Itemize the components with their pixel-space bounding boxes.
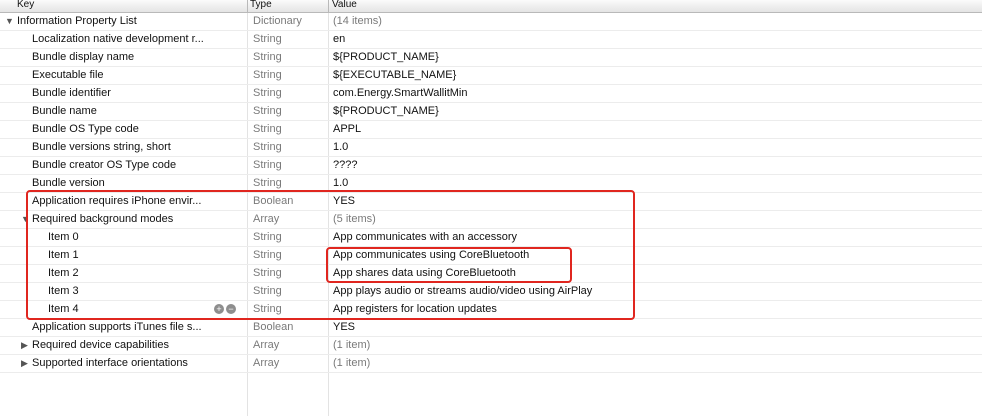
table-row[interactable]: Bundle creator OS Type code String ???? [0,157,982,175]
row-key: Bundle OS Type code [32,123,139,135]
row-key: Bundle display name [32,51,135,63]
row-type[interactable]: Array [253,337,279,354]
key-column-header[interactable]: Key [17,0,34,12]
triangle-right-icon[interactable]: ▶ [21,355,28,372]
row-value: (1 item) [333,357,371,369]
row-value[interactable]: YES [333,319,355,336]
row-type[interactable]: Array [253,355,279,372]
row-key: Required device capabilities [32,339,169,351]
row-value[interactable]: ???? [333,157,357,174]
table-row[interactable]: Bundle identifier String com.Energy.Smar… [0,85,982,103]
type-column-header[interactable]: Type [250,0,272,12]
column-divider[interactable] [247,0,248,12]
triangle-right-icon[interactable]: ▶ [21,337,28,354]
table-row[interactable]: Bundle name String ${PRODUCT_NAME} [0,103,982,121]
table-row[interactable]: Application supports iTunes file s... Bo… [0,319,982,337]
row-key: Localization native development r... [32,33,204,45]
annotation-box-corebluetooth [326,247,572,283]
row-value[interactable]: com.Energy.SmartWallitMin [333,85,467,102]
row-value[interactable]: APPL [333,121,361,138]
row-type[interactable]: String [253,103,282,120]
table-row[interactable]: ▶ Required device capabilities Array (1 … [0,337,982,355]
row-type[interactable]: String [253,31,282,48]
row-key: Bundle name [32,105,97,117]
row-key: Executable file [32,69,104,81]
row-value[interactable]: ${PRODUCT_NAME} [333,49,439,66]
row-key: Bundle identifier [32,87,111,99]
row-value[interactable]: ${PRODUCT_NAME} [333,103,439,120]
row-type[interactable]: String [253,139,282,156]
column-header: Key Type Value [0,0,982,13]
row-type[interactable]: String [253,49,282,66]
row-value[interactable]: en [333,31,345,48]
row-key: Application supports iTunes file s... [32,321,202,333]
row-value[interactable]: 1.0 [333,139,348,156]
row-key: Supported interface orientations [32,357,188,369]
row-type[interactable]: String [253,157,282,174]
column-divider[interactable] [328,0,329,12]
table-row[interactable]: Bundle OS Type code String APPL [0,121,982,139]
row-value: (14 items) [333,15,382,27]
table-row[interactable]: Bundle display name String ${PRODUCT_NAM… [0,49,982,67]
table-row[interactable]: ▶ Supported interface orientations Array… [0,355,982,373]
row-key: Bundle versions string, short [32,141,171,153]
row-key: Information Property List [17,15,137,27]
value-column-header[interactable]: Value [332,0,357,12]
table-row[interactable]: Localization native development r... Str… [0,31,982,49]
row-type[interactable]: String [253,121,282,138]
table-row[interactable]: ▼ Information Property List Dictionary (… [0,13,982,31]
row-key: Bundle creator OS Type code [32,159,177,171]
row-value: (1 item) [333,339,371,351]
row-type[interactable]: Boolean [253,319,293,336]
row-type[interactable]: Dictionary [253,13,302,30]
table-row[interactable]: Bundle versions string, short String 1.0 [0,139,982,157]
row-value[interactable]: ${EXECUTABLE_NAME} [333,67,456,84]
triangle-down-icon[interactable]: ▼ [5,13,14,30]
row-type[interactable]: String [253,67,282,84]
table-row[interactable]: Executable file String ${EXECUTABLE_NAME… [0,67,982,85]
row-type[interactable]: String [253,85,282,102]
